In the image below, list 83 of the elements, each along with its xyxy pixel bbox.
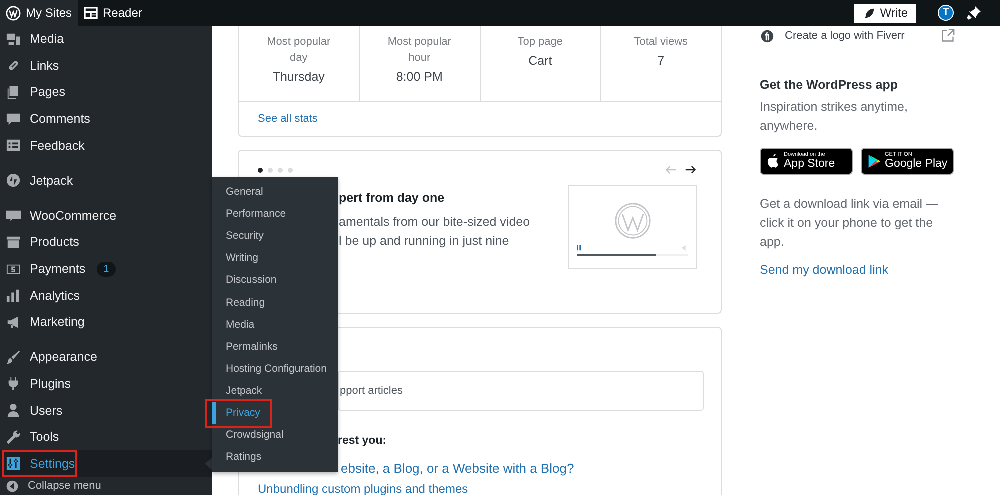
nav-item[interactable]: Users xyxy=(0,397,212,424)
wrench-icon xyxy=(6,430,21,445)
app-description: Inspiration strikes anytime, anywhere. xyxy=(760,99,909,135)
nav-item[interactable]: Plugins xyxy=(0,370,212,398)
count-badge: 1 xyxy=(96,262,116,277)
stat-value: 7 xyxy=(658,54,665,68)
email-description: Get a download link via email — click it on your phone to get the app. xyxy=(760,196,940,251)
submenu-item[interactable]: Crowdsignal xyxy=(212,424,338,446)
search-field[interactable]: pport articles xyxy=(338,371,704,411)
stat-value: Thursday xyxy=(272,70,325,84)
speech-bubble-icon xyxy=(6,112,21,127)
help-article-link[interactable]: ebsite, a Blog, or a Website with a Blog? xyxy=(341,461,704,476)
pager-dot[interactable] xyxy=(258,168,263,172)
send-download-link[interactable]: Send my download link xyxy=(760,263,960,277)
pause-icon[interactable] xyxy=(577,245,581,251)
nav-item[interactable]: Pages xyxy=(0,79,212,106)
photo-icon xyxy=(6,32,21,47)
reader-button[interactable]: Reader xyxy=(78,0,148,26)
wordpress-logo-icon xyxy=(6,6,21,20)
submenu-item[interactable]: Writing xyxy=(212,247,338,270)
external-link-icon[interactable] xyxy=(941,29,955,43)
reader-icon xyxy=(84,7,98,19)
nav-item[interactable]: WooCommerce xyxy=(0,202,212,230)
feather-icon xyxy=(864,8,876,18)
see-all-stats-link[interactable]: See all stats xyxy=(258,113,318,125)
my-sites-button[interactable]: My Sites xyxy=(0,0,78,26)
list-icon xyxy=(6,138,21,154)
tour-text: l be up and running in just nine xyxy=(339,233,510,250)
user-icon xyxy=(6,403,21,418)
submenu-item[interactable]: Hosting Configuration xyxy=(212,358,338,380)
submenu-item[interactable]: Security xyxy=(212,225,338,248)
tour-title: pert from day one xyxy=(339,191,446,205)
stat-label: Top page xyxy=(518,35,563,50)
stat-value: Cart xyxy=(528,54,552,68)
nav-item[interactable]: Comments xyxy=(0,106,212,132)
brush-icon xyxy=(6,350,21,365)
box-icon xyxy=(6,234,21,250)
nav-item[interactable]: Products xyxy=(0,229,212,256)
submenu-item[interactable]: Ratings xyxy=(212,446,338,468)
right-arrow-icon[interactable] xyxy=(685,165,697,175)
write-button[interactable]: Write xyxy=(854,4,916,22)
nav-item[interactable]: Feedback xyxy=(0,132,212,159)
collapse-icon xyxy=(6,480,19,492)
stat-label: Most popular hour xyxy=(386,35,452,66)
plug-icon xyxy=(6,376,21,392)
nav-item[interactable]: Media xyxy=(0,26,212,53)
stat-value: 8:00 PM xyxy=(396,70,443,84)
pages-icon xyxy=(6,84,21,100)
nav-item[interactable]: Appearance xyxy=(0,344,212,371)
apple-icon xyxy=(767,154,780,169)
stat-label: Total views xyxy=(634,35,688,50)
tour-text: amentals from our bite-sized video xyxy=(339,214,530,231)
submenu-item[interactable]: Permalinks xyxy=(212,336,338,358)
bolt-icon xyxy=(6,173,21,188)
nav-item[interactable]: Analytics xyxy=(0,282,212,309)
collapse-menu-button[interactable]: Collapse menu xyxy=(0,477,212,495)
nav-item[interactable]: Links xyxy=(0,52,212,80)
pager-dot[interactable] xyxy=(288,168,293,172)
stat-label: Most popular day xyxy=(266,35,332,66)
sliders-icon xyxy=(6,456,21,472)
submenu-item[interactable]: Reading xyxy=(212,291,338,314)
help-heading: rest you: xyxy=(338,435,388,447)
pager-dot[interactable] xyxy=(278,168,283,172)
nav-item[interactable]: Tools xyxy=(0,424,212,450)
pager-dot[interactable] xyxy=(268,168,273,172)
submenu-item[interactable]: Performance xyxy=(212,203,338,226)
play-triangle-icon xyxy=(868,154,881,169)
app-heading: Get the WordPress app xyxy=(760,78,899,92)
submenu-item[interactable]: General xyxy=(212,181,338,204)
fiverr-logo-icon xyxy=(761,30,774,42)
bar-chart-icon xyxy=(6,288,21,304)
submenu-item[interactable]: Discussion xyxy=(212,269,338,292)
megaphone-icon xyxy=(6,314,21,330)
nav-item[interactable]: Jetpack xyxy=(0,167,212,194)
submenu-item[interactable]: Privacy xyxy=(212,402,338,424)
avatar-button[interactable]: T xyxy=(938,5,954,21)
nav-item[interactable]: Payments 1 xyxy=(0,256,212,282)
nav-item[interactable]: Settings xyxy=(0,450,212,477)
submenu-item[interactable]: Media xyxy=(212,314,338,336)
wordpress-logo-icon xyxy=(614,202,652,240)
fiverr-link[interactable]: Create a logo with Fiverr xyxy=(785,30,941,42)
submenu-item[interactable]: Jetpack xyxy=(212,380,338,402)
nav-item[interactable]: Marketing xyxy=(0,308,212,336)
